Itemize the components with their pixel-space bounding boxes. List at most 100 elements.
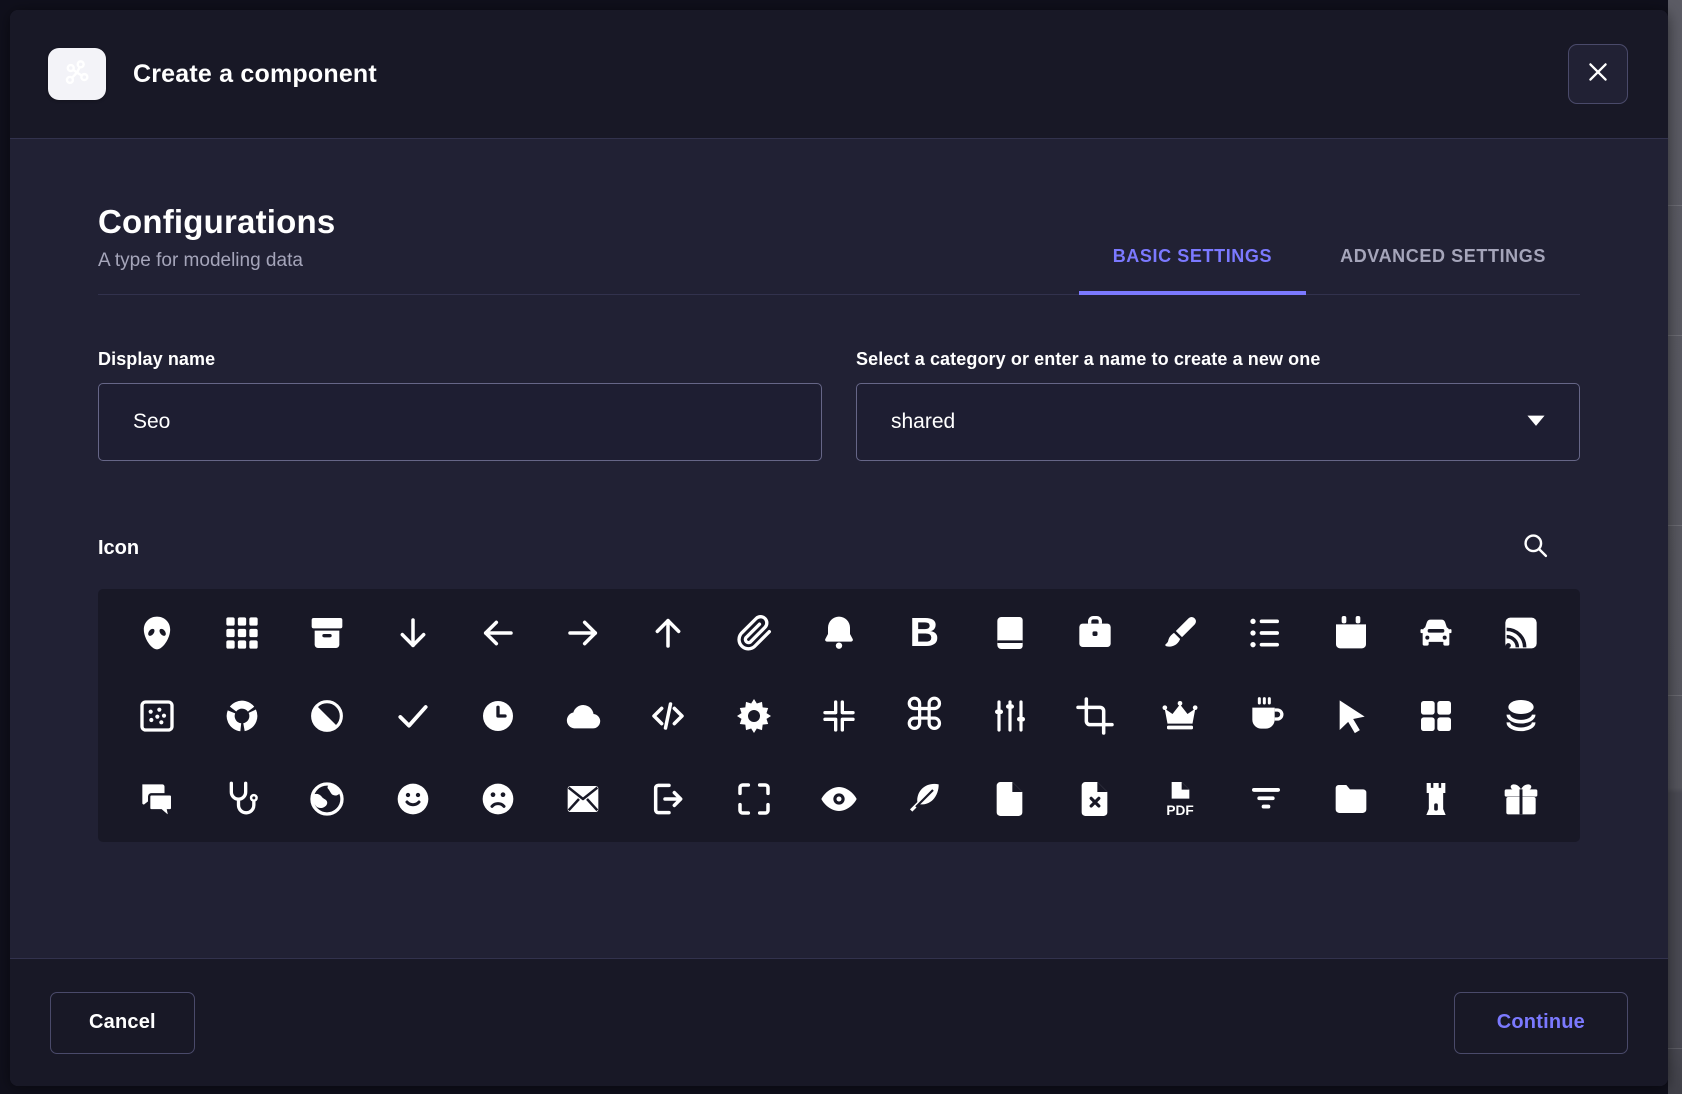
icon-option-cast[interactable] (1479, 591, 1564, 674)
icon-option-apps[interactable] (199, 591, 284, 674)
display-name-input[interactable] (98, 383, 822, 461)
component-icon (60, 55, 94, 94)
scrollbar-mark (1668, 1048, 1682, 1049)
icon-option-check[interactable] (370, 674, 455, 757)
icon-option-filter[interactable] (1223, 757, 1308, 840)
form: Display name Select a category or enter … (98, 349, 1580, 461)
earth-icon (307, 779, 347, 819)
icon-option-chart-circle[interactable] (199, 674, 284, 757)
close-button[interactable] (1568, 44, 1628, 104)
icon-option-chart-bubble[interactable] (114, 674, 199, 757)
icon-option-expand[interactable] (711, 757, 796, 840)
icon-option-attachment[interactable] (711, 591, 796, 674)
clock-icon (478, 696, 518, 736)
database-icon (1501, 696, 1541, 736)
display-name-label: Display name (98, 349, 822, 370)
apps-icon (222, 613, 262, 653)
brush-icon (1160, 613, 1200, 653)
icon-option-folder[interactable] (1308, 757, 1393, 840)
category-select[interactable]: shared (856, 383, 1580, 461)
icon-option-discuss[interactable] (114, 757, 199, 840)
eye-icon (819, 779, 859, 819)
icon-option-cloud[interactable] (540, 674, 625, 757)
icon-option-alien[interactable] (114, 591, 199, 674)
bullet-list-icon (1246, 613, 1286, 653)
icon-option-crown[interactable] (1138, 674, 1223, 757)
tab-basic-settings[interactable]: BASIC SETTINGS (1079, 246, 1306, 295)
command-icon: ⌘ (902, 694, 946, 738)
icon-option-collapse[interactable] (796, 674, 881, 757)
icon-option-exit[interactable] (626, 757, 711, 840)
icon-option-calendar[interactable] (1308, 591, 1393, 674)
faders-icon (990, 696, 1030, 736)
category-label: Select a category or enter a name to cre… (856, 349, 1580, 370)
icon-option-cup[interactable] (1223, 674, 1308, 757)
scrollbar-mark (1668, 525, 1682, 526)
modal-header: Create a component (10, 10, 1668, 139)
emotion-happy-icon (393, 779, 433, 819)
icon-option-database[interactable] (1479, 674, 1564, 757)
folder-icon (1331, 779, 1371, 819)
icon-option-file-pdf[interactable]: PDF (1138, 757, 1223, 840)
icon-option-dashboard[interactable] (1393, 674, 1478, 757)
search-icon (1521, 531, 1550, 565)
icon-option-file[interactable] (967, 757, 1052, 840)
icon-option-car[interactable] (1393, 591, 1478, 674)
file-error-icon (1075, 779, 1115, 819)
icon-option-emotion-happy[interactable] (370, 757, 455, 840)
gate-icon (1416, 779, 1456, 819)
icon-search-button[interactable] (1518, 531, 1552, 565)
cancel-button[interactable]: Cancel (50, 992, 195, 1054)
continue-button[interactable]: Continue (1454, 992, 1628, 1054)
icon-option-arrow-up[interactable] (626, 591, 711, 674)
icon-option-code[interactable] (626, 674, 711, 757)
icon-option-bell[interactable] (796, 591, 881, 674)
icon-option-book[interactable] (967, 591, 1052, 674)
bold-icon: B (910, 612, 940, 653)
tab-advanced-settings[interactable]: ADVANCED SETTINGS (1306, 246, 1580, 295)
icon-option-cog[interactable] (711, 674, 796, 757)
icon-option-clock[interactable] (455, 674, 540, 757)
emotion-unhappy-icon (478, 779, 518, 819)
page-scrollbar[interactable] (1668, 0, 1682, 1094)
cloud-icon (563, 696, 603, 736)
icon-option-brush[interactable] (1138, 591, 1223, 674)
icon-option-gate[interactable] (1393, 757, 1478, 840)
modal-body: Configurations A type for modeling data … (10, 139, 1668, 958)
icon-option-briefcase[interactable] (1052, 591, 1137, 674)
icon-option-file-error[interactable] (1052, 757, 1137, 840)
icon-option-earth[interactable] (285, 757, 370, 840)
check-icon (393, 696, 433, 736)
icon-picker-label: Icon (98, 537, 139, 560)
icon-option-emotion-unhappy[interactable] (455, 757, 540, 840)
code-icon (648, 696, 688, 736)
tabs: BASIC SETTINGS ADVANCED SETTINGS (1079, 246, 1580, 294)
scrollbar-mark (1668, 205, 1682, 206)
icon-option-bold[interactable]: B (882, 591, 967, 674)
icon-option-bullet-list[interactable] (1223, 591, 1308, 674)
icon-option-doctor[interactable] (199, 757, 284, 840)
icon-option-feather[interactable] (882, 757, 967, 840)
chevron-down-icon (1525, 410, 1547, 434)
icon-option-command[interactable]: ⌘ (882, 674, 967, 757)
category-selected-value: shared (891, 410, 955, 434)
icon-picker-head: Icon (98, 531, 1580, 565)
icon-option-eye[interactable] (796, 757, 881, 840)
icon-option-crop[interactable] (1052, 674, 1137, 757)
icon-option-faders[interactable] (967, 674, 1052, 757)
icon-option-arrow-left[interactable] (455, 591, 540, 674)
icon-option-chart-pie[interactable] (285, 674, 370, 757)
attachment-icon (734, 613, 774, 653)
category-field-group: Select a category or enter a name to cre… (856, 349, 1580, 461)
icon-option-archive[interactable] (285, 591, 370, 674)
modal-footer: Cancel Continue (10, 958, 1668, 1086)
icon-grid: B ⌘ PDF (98, 589, 1580, 842)
icon-option-arrow-down[interactable] (370, 591, 455, 674)
cup-icon (1246, 696, 1286, 736)
dashboard-icon (1416, 696, 1456, 736)
cast-icon (1501, 613, 1541, 653)
icon-option-cursor[interactable] (1308, 674, 1393, 757)
icon-option-gift[interactable] (1479, 757, 1564, 840)
icon-option-envelop[interactable] (540, 757, 625, 840)
icon-option-arrow-right[interactable] (540, 591, 625, 674)
